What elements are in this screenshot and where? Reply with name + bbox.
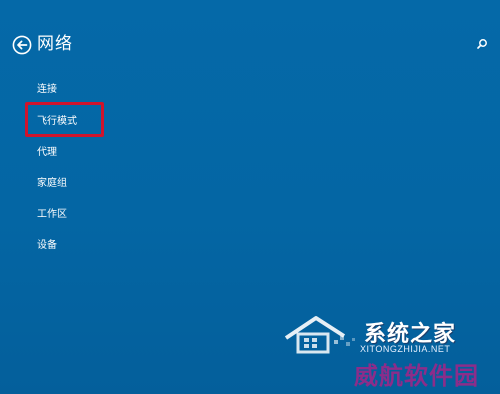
back-button[interactable] [12, 35, 32, 55]
back-arrow-icon [12, 35, 32, 55]
search-icon [477, 39, 487, 49]
search-button[interactable] [476, 38, 488, 50]
nav-item-proxy[interactable]: 代理 [37, 146, 57, 160]
watermark-sub: 威航软件园 [354, 361, 479, 390]
nav-item-connections[interactable]: 连接 [37, 83, 57, 97]
nav-item-workplace[interactable]: 工作区 [37, 208, 67, 222]
watermark-url: XITONGZHIJIA.NET [360, 344, 451, 354]
nav-item-homegroup[interactable]: 家庭组 [37, 177, 67, 191]
nav-item-devices[interactable]: 设备 [37, 239, 57, 253]
airplane-mode-highlight-box [25, 102, 104, 137]
page-title: 网络 [37, 34, 73, 54]
watermark: 系统之家 XITONGZHIJIA.NET 威航软件园 [276, 308, 500, 394]
house-logo-icon [284, 316, 355, 354]
network-settings-page: 网络 连接 飞行模式 代理 家庭组 工作区 设备 系统之家 XITONGZHIJ… [0, 0, 500, 394]
